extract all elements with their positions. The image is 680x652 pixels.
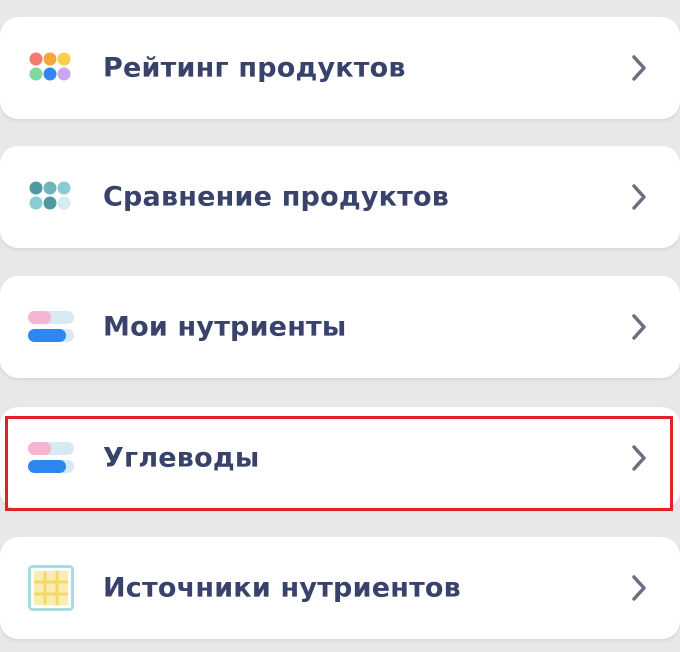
teal-dots-grid-icon xyxy=(28,174,74,220)
menu-item-product-comparison[interactable]: Сравнение продуктов xyxy=(0,146,680,248)
chevron-right-icon xyxy=(628,182,650,212)
chevron-right-icon xyxy=(628,573,650,603)
menu-item-nutrient-sources[interactable]: Источники нутриентов xyxy=(0,537,680,639)
menu-item-label: Источники нутриентов xyxy=(103,572,461,604)
menu-item-product-rating[interactable]: Рейтинг продуктов xyxy=(0,17,680,119)
chevron-right-icon xyxy=(628,312,650,342)
nutrient-bars-icon xyxy=(28,435,74,481)
table-grid-icon xyxy=(28,565,74,611)
menu-item-label: Сравнение продуктов xyxy=(103,181,450,213)
menu-item-carbohydrates[interactable]: Углеводы xyxy=(0,407,680,509)
menu-item-my-nutrients[interactable]: Мои нутриенты xyxy=(0,276,680,378)
colored-dots-grid-icon xyxy=(28,45,74,91)
chevron-right-icon xyxy=(628,443,650,473)
nutrient-bars-icon xyxy=(28,304,74,350)
menu-item-label: Углеводы xyxy=(103,442,260,474)
menu-item-label: Рейтинг продуктов xyxy=(103,52,406,84)
menu-item-label: Мои нутриенты xyxy=(103,311,347,343)
chevron-right-icon xyxy=(628,53,650,83)
